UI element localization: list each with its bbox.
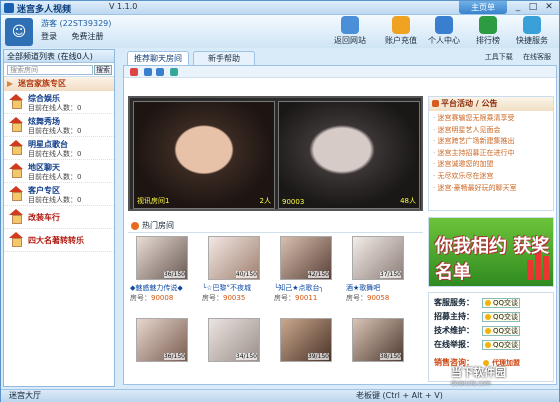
chart-icon	[479, 16, 497, 34]
room-card[interactable]: 36/150	[128, 318, 196, 393]
featured-rooms: 视讯房间1 2人 90003 48人	[128, 96, 423, 211]
register-link[interactable]: 免费注册	[72, 32, 104, 41]
banner-text: 你我相约 获奖名单	[435, 236, 550, 283]
room-thumbnail: 40/150	[208, 236, 260, 280]
qq-chat-button[interactable]: QQ交谈	[482, 298, 520, 308]
close-icon[interactable]: ✕	[542, 2, 556, 13]
announcement-item[interactable]: 迷宫赛输您无限乘清享受	[433, 113, 549, 125]
user-name: 游客 (22ST39329)	[41, 19, 112, 28]
house-icon	[9, 163, 23, 178]
channel-panel: 全部频道列表 (在线0人) 搜索房间 搜索 迷宫家族专区 综合娱乐 目前在线人数：…	[3, 49, 115, 387]
room-thumbnail: 36/150	[136, 236, 188, 280]
announcement-item[interactable]: 迷宫·豪畅最好玩的聊天室	[433, 183, 549, 195]
room-thumbnail: 42/150	[280, 236, 332, 280]
announcement-panel: 平台活动 / 公告 迷宫赛输您无限乘清享受 迷宫明星艺人见面会 迷宫跨艺广场新建…	[428, 96, 554, 211]
house-icon	[9, 94, 23, 109]
watermark: 当下软件园 downxia.com	[451, 366, 506, 387]
coin-icon	[392, 16, 410, 34]
forward-icon[interactable]	[156, 68, 164, 76]
maximize-icon[interactable]: □	[526, 2, 540, 13]
room-card[interactable]: 34/150	[200, 318, 268, 393]
online-service-link[interactable]: 在线客服	[523, 53, 551, 61]
announcement-item[interactable]: 迷宫明星艺人见面会	[433, 125, 549, 137]
qq-chat-button[interactable]: QQ交谈	[482, 340, 520, 350]
qq-chat-button[interactable]: QQ交谈	[482, 312, 520, 322]
title-bar: 迷宫多人视频 V 1.1.0 主页单 _ □ ✕	[1, 1, 559, 15]
family-zone[interactable]: 迷宫家族专区	[4, 77, 114, 91]
room-card[interactable]: 38/150	[344, 318, 412, 393]
channel-item[interactable]: 明星点歌台 目前在线人数：0	[4, 137, 114, 160]
service-label: 客服服务：	[434, 298, 474, 307]
announcement-item[interactable]: 无尽欢乐尽在迷宫	[433, 171, 549, 183]
winners-banner[interactable]: 你我相约 获奖名单	[428, 217, 554, 287]
house-icon	[9, 186, 23, 201]
back-site-button[interactable]: 返回网站	[331, 16, 369, 46]
room-card[interactable]: 37/150 酒★歌舞吧 房号：90058	[344, 236, 412, 311]
back-icon[interactable]	[144, 68, 152, 76]
house-icon	[9, 209, 23, 224]
ranking-button[interactable]: 排行榜	[469, 16, 507, 46]
tab-recommended[interactable]: 推荐聊天房间	[127, 51, 189, 65]
room-thumbnail: 37/150	[352, 236, 404, 280]
channel-item[interactable]: 改装车行	[4, 206, 114, 229]
room-thumbnail: 36/150	[136, 318, 188, 362]
announcement-item[interactable]: 迷宫跨艺广场新建集推出	[433, 136, 549, 148]
featured-room[interactable]: 视讯房间1 2人	[133, 101, 275, 209]
hot-rooms-title: 热门房间	[128, 219, 423, 233]
recharge-button[interactable]: 账户充值	[382, 16, 420, 46]
room-card[interactable]: 39/150	[272, 318, 340, 393]
room-photo	[134, 102, 274, 208]
room-photo	[279, 102, 419, 208]
app-logo-icon	[4, 3, 14, 13]
login-link[interactable]: 登录	[41, 32, 57, 41]
channel-item[interactable]: 客户专区 目前在线人数：0	[4, 183, 114, 206]
refresh-icon[interactable]	[170, 68, 178, 76]
room-thumbnail: 39/150	[280, 318, 332, 362]
tool-download-link[interactable]: 工具下载	[485, 53, 513, 61]
qq-chat-button[interactable]: QQ交谈	[482, 326, 520, 336]
tab-help[interactable]: 新手帮助	[193, 51, 255, 65]
service-label: 在线举报：	[434, 340, 474, 349]
homepage-button[interactable]: 主页单	[459, 1, 507, 14]
announcement-item[interactable]: 迷宫主持招募正在进行中	[433, 148, 549, 160]
personal-center-button[interactable]: 个人中心	[425, 16, 463, 46]
quick-service-button[interactable]: 快捷服务	[513, 16, 551, 46]
room-thumbnail: 34/150	[208, 318, 260, 362]
avatar[interactable]: ☺	[5, 18, 33, 46]
room-card[interactable]: 40/150 ╰☆巴黎°不夜城 房号：90035	[200, 236, 268, 311]
announcement-title: 平台活动 / 公告	[429, 97, 553, 111]
channel-item[interactable]: 综合娱乐 目前在线人数：0	[4, 91, 114, 114]
room-thumbnail: 38/150	[352, 318, 404, 362]
app-version: V 1.1.0	[109, 2, 138, 11]
room-card[interactable]: 36/150 ◆魅惑魅力传说◆ 房号：90008	[128, 236, 196, 311]
app-title: 迷宫多人视频	[17, 5, 72, 15]
room-search-input[interactable]: 搜索房间	[7, 65, 93, 75]
channel-list-header: 全部频道列表 (在线0人)	[4, 50, 114, 63]
house-icon	[9, 117, 23, 132]
featured-room[interactable]: 90003 48人	[278, 101, 420, 209]
hot-room-grid: 36/150 ◆魅惑魅力传说◆ 房号：90008 40/150 ╰☆巴黎°不夜城 房号：…	[128, 236, 423, 384]
service-label: 招募主持：	[434, 312, 474, 321]
home-icon[interactable]	[130, 68, 138, 76]
house-icon	[9, 140, 23, 155]
channel-item[interactable]: 四大名著转转乐	[4, 229, 114, 252]
service-label: 技术维护：	[434, 326, 474, 335]
channel-item[interactable]: 炫舞秀场 目前在线人数：0	[4, 114, 114, 137]
person-icon	[435, 16, 453, 34]
status-bar: 迷宫大厅 老板键 (Ctrl + Alt + V)	[1, 389, 559, 402]
channel-item[interactable]: 地区聊天 目前在线人数：0	[4, 160, 114, 183]
header: ☺ 游客 (22ST39329) 登录 免费注册 返回网站 账户充值 个人中心 …	[1, 15, 559, 48]
minimize-icon[interactable]: _	[511, 2, 525, 13]
main-area: 推荐聊天房间 新手帮助 工具下载 在线客服 视讯房间1 2人 90003 48人…	[119, 49, 559, 387]
home-icon	[341, 16, 359, 34]
room-card[interactable]: 42/150 ╰知己★点歌台╮ 房号：90011	[272, 236, 340, 311]
content-panel: 视讯房间1 2人 90003 48人 平台活动 / 公告 迷宫赛输您无限乘清享受…	[123, 65, 557, 385]
service-icon	[523, 16, 541, 34]
announcement-item[interactable]: 迷宫诚邀您的加盟	[433, 159, 549, 171]
house-icon	[9, 232, 23, 247]
app-window: 迷宫多人视频 V 1.1.0 主页单 _ □ ✕ ☺ 游客 (22ST39329…	[0, 0, 560, 402]
search-button[interactable]: 搜索	[94, 65, 112, 75]
status-lobby: 迷宫大厅	[9, 391, 41, 400]
boss-key-hint: 老板键 (Ctrl + Alt + V)	[356, 391, 443, 400]
